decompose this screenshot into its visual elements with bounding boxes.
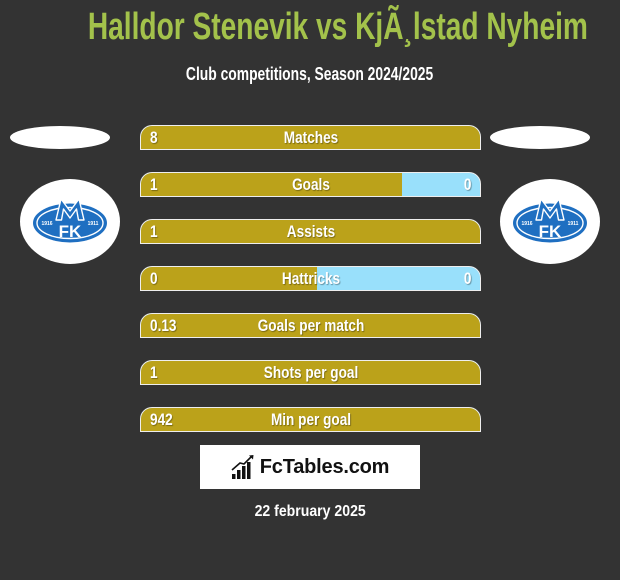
competition-subtitle-text: Club competitions, Season 2024/2025 — [186, 64, 434, 84]
stat-label: Min per goal — [270, 410, 351, 429]
player-badge-left — [10, 126, 110, 149]
crest-year-left: 1916 — [41, 221, 52, 227]
molde-fk-crest-icon: FK 1916 1911 — [33, 198, 107, 243]
crest-initials: FK — [539, 222, 562, 241]
left-value: 0.13 — [150, 316, 177, 335]
fctables-brand-text: FcTables.com — [259, 455, 390, 478]
stat-label: Goals per match — [257, 316, 364, 335]
stat-row-matches: 8 Matches — [140, 125, 481, 150]
crest-year-right: 1911 — [88, 221, 99, 227]
right-value: 0 — [463, 269, 471, 288]
team-logo-left: FK 1916 1911 — [20, 179, 120, 264]
competition-subtitle: Club competitions, Season 2024/2025 — [0, 65, 620, 85]
stat-label: Matches — [283, 128, 338, 147]
crest-year-left: 1916 — [521, 221, 532, 227]
page-title: Halldor Stenevik vs KjÃ¸lstad Nyheim — [0, 8, 620, 52]
molde-fk-crest-icon: FK 1916 1911 — [513, 198, 587, 243]
left-value: 1 — [150, 363, 158, 382]
stat-row-shots-per-goal: 1 Shots per goal — [140, 360, 481, 385]
stat-row-goals: 1 Goals 0 — [140, 172, 481, 197]
stats-comparison: 8 Matches 1 Goals 0 1 Assists 0 Hattrick… — [140, 125, 481, 432]
left-value: 0 — [150, 269, 158, 288]
left-value: 1 — [150, 222, 158, 241]
bar-chart-trend-icon — [231, 455, 254, 479]
report-date: 22 february 2025 — [0, 504, 620, 520]
stat-row-goals-per-match: 0.13 Goals per match — [140, 313, 481, 338]
fctables-logo-link[interactable]: FcTables.com — [200, 445, 420, 489]
right-value: 0 — [463, 175, 471, 194]
left-value: 1 — [150, 175, 158, 194]
stat-label: Assists — [286, 222, 335, 241]
stat-row-hattricks: 0 Hattricks 0 — [140, 266, 481, 291]
left-value: 942 — [150, 410, 173, 429]
stat-row-min-per-goal: 942 Min per goal — [140, 407, 481, 432]
stat-label: Shots per goal — [263, 363, 358, 382]
report-date-text: 22 february 2025 — [254, 503, 366, 520]
crest-initials: FK — [59, 222, 82, 241]
crest-year-right: 1911 — [568, 221, 579, 227]
page-title-text: Halldor Stenevik vs KjÃ¸lstad Nyheim — [87, 6, 588, 48]
team-logo-right: FK 1916 1911 — [500, 179, 600, 264]
stat-row-assists: 1 Assists — [140, 219, 481, 244]
stat-label: Hattricks — [281, 269, 340, 288]
left-share-fill — [141, 173, 403, 196]
player-badge-right — [490, 126, 590, 149]
stat-label: Goals — [291, 175, 330, 194]
left-value: 8 — [150, 128, 158, 147]
